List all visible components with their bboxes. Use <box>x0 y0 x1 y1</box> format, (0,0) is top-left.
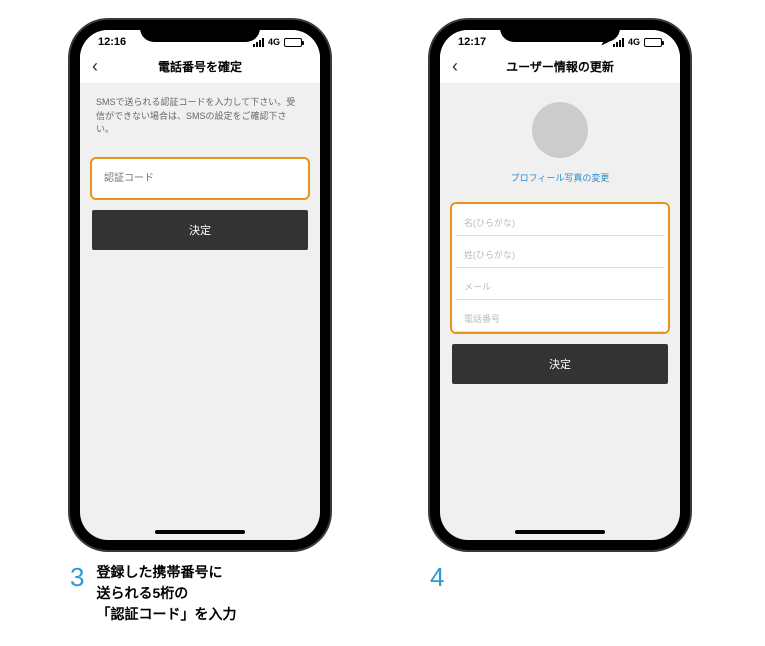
change-photo-link[interactable]: プロフィール写真の変更 <box>511 173 610 183</box>
status-time: 12:17 <box>458 36 486 48</box>
network-label: 4G <box>268 37 280 47</box>
back-icon[interactable]: ‹ <box>452 56 458 77</box>
nav-bar: ‹ ユーザー情報の更新 <box>440 50 680 84</box>
back-icon[interactable]: ‹ <box>92 56 98 77</box>
network-label: 4G <box>628 37 640 47</box>
instruction-text: SMSで送られる認証コードを入力して下さい。受信ができない場合は、SMSの設定を… <box>80 84 320 149</box>
step-text-3: 登録した携帯番号に 送られる5桁の 「認証コード」を入力 <box>96 562 236 625</box>
page-title: 電話番号を確定 <box>92 58 308 75</box>
step-number-4: 4 <box>430 562 444 593</box>
submit-button[interactable]: 決定 <box>452 344 668 384</box>
battery-icon <box>284 38 302 47</box>
step-number-3: 3 <box>70 562 84 593</box>
phone-mockup-2: 12:17 ➤ 4G ‹ ユーザー情報の更新 プロフィール写真の変更 <box>430 20 690 550</box>
verification-code-input[interactable] <box>92 159 308 198</box>
page-title: ユーザー情報の更新 <box>452 58 668 75</box>
phone-mockup-1: 12:16 4G ‹ 電話番号を確定 SMSで送られる認証コードを入力して下さい… <box>70 20 330 550</box>
avatar[interactable] <box>532 102 588 158</box>
nav-bar: ‹ 電話番号を確定 <box>80 50 320 84</box>
highlight-box-form: 名(ひらがな) 姓(ひらがな) メール 電話番号 <box>450 202 670 334</box>
status-time: 12:16 <box>98 36 126 48</box>
phone-notch <box>140 20 260 42</box>
phone-screen-2: 12:17 ➤ 4G ‹ ユーザー情報の更新 プロフィール写真の変更 <box>440 30 680 540</box>
phone-notch <box>500 20 620 42</box>
highlight-box-code <box>90 157 310 200</box>
email-field[interactable]: メール <box>456 268 664 300</box>
submit-button[interactable]: 決定 <box>92 210 308 250</box>
home-indicator[interactable] <box>155 530 245 534</box>
phone-field[interactable]: 電話番号 <box>456 300 664 332</box>
battery-icon <box>644 38 662 47</box>
home-indicator[interactable] <box>515 530 605 534</box>
first-name-field[interactable]: 名(ひらがな) <box>456 204 664 236</box>
phone-screen-1: 12:16 4G ‹ 電話番号を確定 SMSで送られる認証コードを入力して下さい… <box>80 30 320 540</box>
avatar-section: プロフィール写真の変更 <box>440 84 680 194</box>
last-name-field[interactable]: 姓(ひらがな) <box>456 236 664 268</box>
